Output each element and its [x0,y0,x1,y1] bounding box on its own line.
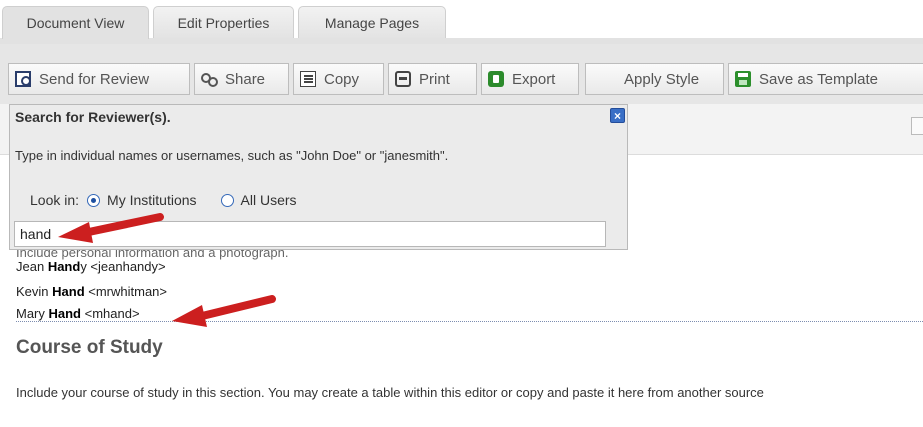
tab-edit-properties[interactable]: Edit Properties [153,6,294,38]
copy-label: Copy [324,70,360,88]
suggestion-match: Hand [47,259,81,274]
apply-style-label: Apply Style [624,70,700,88]
share-button[interactable]: Share [194,63,289,95]
radio-my-institutions[interactable] [87,193,101,207]
tab-document-view[interactable]: Document View [2,6,149,39]
suggestion-match: Hand [48,306,82,321]
send-for-review-button[interactable]: Send for Review [8,63,190,95]
review-icon [15,71,31,87]
option-label: All Users [240,192,297,208]
export-button[interactable]: Export [481,63,579,95]
popup-title: Search for Reviewer(s). [15,109,171,125]
tab-manage-pages[interactable]: Manage Pages [298,6,446,38]
close-icon[interactable]: × [610,108,625,123]
section-control[interactable] [911,117,923,135]
save-as-template-label: Save as Template [759,70,878,88]
course-of-study-text: Include your course of study in this sec… [16,385,764,400]
share-icon [201,71,218,87]
suggestion-rest: <mrwhitman> [84,284,168,299]
tab-bar: Document View Edit Properties Manage Pag… [0,0,923,44]
export-label: Export [512,70,556,88]
look-in-label: Look in: [30,192,80,208]
print-label: Print [419,70,450,88]
apply-style-button[interactable]: Apply Style [585,63,724,95]
copy-button[interactable]: Copy [293,63,384,95]
suggestion-first: Jean [16,259,48,274]
suggestion-rest: <mhand> [81,306,140,321]
popup-instructions: Type in individual names or usernames, s… [15,148,449,163]
option-label: My Institutions [107,192,197,208]
send-for-review-label: Send for Review [39,70,150,88]
suggestion-first: Mary [16,306,49,321]
divider [16,321,923,322]
tab-label: Edit Properties [177,14,270,31]
copy-icon [300,71,316,87]
toolbar: Send for Review Share Copy Print Export … [0,44,923,104]
suggestion-rest: y <jeanhandy> [80,259,166,274]
arrow-icon [58,213,164,243]
tab-label: Document View [26,15,125,31]
print-button[interactable]: Print [388,63,477,95]
tab-label: Manage Pages [324,14,420,31]
suggestion-match: Hand [52,284,85,299]
look-in-row: Look in: My Institutions All Users [30,192,297,208]
save-as-template-button[interactable]: Save as Template [728,63,923,95]
export-icon [488,71,504,87]
suggestion-first: Kevin [16,284,53,299]
suggestion-item[interactable]: Jean Handy <jeanhandy> [16,259,166,274]
arrow-icon [172,295,276,327]
print-icon [395,71,411,87]
radio-all-users[interactable] [220,193,234,207]
share-label: Share [225,70,266,88]
suggestion-item[interactable]: Mary Hand <mhand> [16,306,140,321]
save-disk-icon [735,71,751,87]
suggestion-item[interactable]: Kevin Hand <mrwhitman> [16,284,167,299]
course-of-study-heading: Course of Study [16,337,163,358]
